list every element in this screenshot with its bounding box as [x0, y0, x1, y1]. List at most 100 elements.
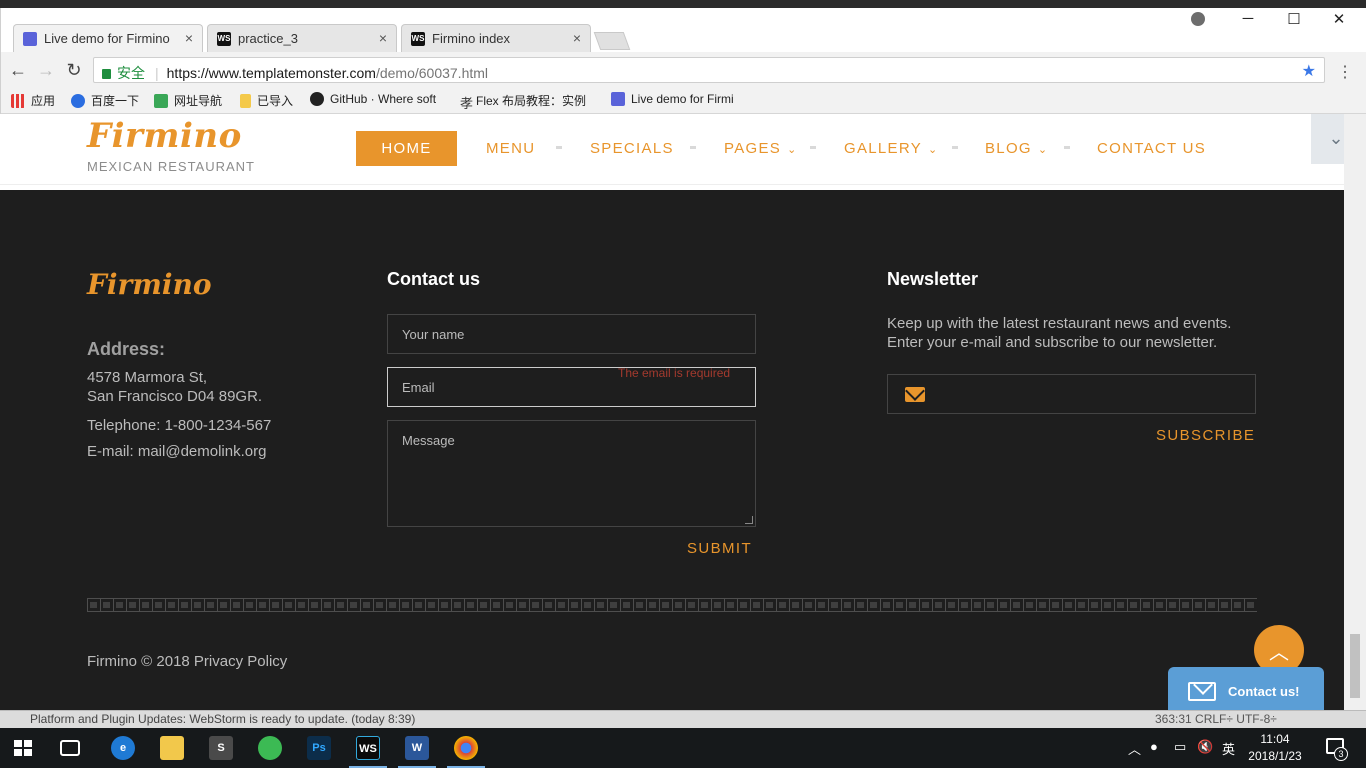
- mail-icon: [905, 387, 925, 402]
- page-scrollbar[interactable]: [1344, 114, 1366, 710]
- new-tab-button[interactable]: [593, 32, 631, 50]
- tab-live-demo[interactable]: Live demo for Firmino ×: [13, 24, 203, 52]
- forward-arrow-icon[interactable]: →: [35, 60, 57, 81]
- nav-gallery[interactable]: GALLERY ⌄: [844, 131, 939, 166]
- name-field[interactable]: Your name: [387, 314, 756, 354]
- chrome-icon[interactable]: [454, 736, 478, 760]
- copyright-text: Firmino © 2018 Privacy Policy: [87, 653, 288, 670]
- bookmark-star-icon[interactable]: ★: [1302, 61, 1316, 81]
- browser-menu-icon[interactable]: ⋮: [1337, 62, 1353, 82]
- nav-separator: [810, 146, 816, 149]
- file-explorer-icon[interactable]: [160, 736, 184, 760]
- url-input[interactable]: 安全 | https://www.templatemonster.com/demo/…: [93, 57, 1325, 83]
- bookmark-apps[interactable]: 应用: [11, 92, 55, 109]
- sublime-icon[interactable]: S: [209, 736, 233, 760]
- ide-status-message[interactable]: Platform and Plugin Updates: WebStorm is…: [30, 712, 415, 726]
- tab-practice-3[interactable]: WS practice_3 ×: [207, 24, 397, 52]
- word-icon[interactable]: W: [405, 736, 429, 760]
- notification-count: 3: [1334, 747, 1348, 761]
- site-logo-subtitle: MEXICAN RESTAURANT: [87, 159, 255, 174]
- telephone[interactable]: Telephone: 1-800-1234-567: [87, 417, 271, 434]
- tray-chevron-icon[interactable]: ︿: [1128, 739, 1141, 758]
- bookmark-label: Flex 布局教程：实例: [476, 94, 587, 108]
- nav-specials[interactable]: SPECIALS: [590, 131, 674, 166]
- newsletter-email-input[interactable]: [887, 374, 1256, 414]
- email-error-message: The email is required: [618, 366, 731, 380]
- address-line-2: San Francisco D04 89GR.: [87, 388, 263, 405]
- nav-home[interactable]: HOME: [356, 131, 457, 166]
- bookmark-label: 百度一下: [91, 94, 140, 108]
- email-placeholder: Email: [402, 380, 435, 395]
- newsletter-text: Keep up with the latest restaurant news …: [887, 315, 1232, 351]
- bookmarks-bar: 应用 百度一下 网址导航 已导入 GitHub · Where soft 孝 Fl…: [1, 88, 1366, 114]
- taskbar-clock[interactable]: 11:04 2018/1/23: [1240, 731, 1310, 765]
- photoshop-icon[interactable]: Ps: [307, 736, 331, 760]
- nav-separator: [556, 146, 562, 149]
- reload-icon[interactable]: ↻: [63, 60, 85, 81]
- chevron-down-icon: ⌄: [1037, 144, 1049, 156]
- contact-us-widget[interactable]: Contact us!: [1168, 667, 1324, 710]
- bookmark-hao123[interactable]: 网址导航: [154, 92, 222, 109]
- email-link[interactable]: E-mail: mail@demolink.org: [87, 443, 266, 460]
- back-arrow-icon[interactable]: ←: [7, 60, 29, 81]
- maximize-button[interactable]: ☐: [1279, 10, 1309, 28]
- contact-widget-label: Contact us!: [1228, 684, 1300, 699]
- ime-indicator[interactable]: 英: [1222, 739, 1235, 758]
- window-title-strip: [0, 0, 1366, 8]
- close-icon[interactable]: ×: [573, 30, 581, 46]
- lock-icon: [102, 69, 111, 79]
- clock-time: 11:04: [1260, 732, 1290, 746]
- tab-firmino-index[interactable]: WS Firmino index ×: [401, 24, 591, 52]
- apps-grid-icon: [11, 94, 25, 108]
- site-logo[interactable]: Firmino: [87, 116, 242, 156]
- bookmark-label: 应用: [31, 94, 56, 108]
- url-path: /demo/60037.html: [375, 65, 489, 81]
- scrollbar-thumb[interactable]: [1350, 634, 1360, 698]
- windows-taskbar: e S Ps WS W ︿ ● ▭ 🔇 英 11:04 2018/1/23 3: [0, 728, 1366, 768]
- green-app-icon[interactable]: [258, 736, 282, 760]
- edge-icon[interactable]: e: [111, 736, 135, 760]
- clock-date: 2018/1/23: [1248, 749, 1302, 763]
- nav-label: HOME: [381, 140, 432, 157]
- subscribe-button[interactable]: SUBSCRIBE: [1156, 427, 1255, 444]
- bookmark-flex-tutorial[interactable]: 孝 Flex 布局教程：实例: [460, 92, 587, 111]
- submit-button[interactable]: SUBMIT: [687, 540, 752, 557]
- task-view-icon[interactable]: [60, 740, 80, 756]
- address-bar: ← → ↻ 安全 | https://www.templatemonster.com…: [1, 52, 1366, 88]
- nav-label: MENU: [486, 140, 536, 157]
- windows-start-icon[interactable]: [14, 740, 32, 756]
- bookmark-label: 网址导航: [174, 94, 223, 108]
- bookmark-baidu[interactable]: 百度一下: [71, 92, 139, 109]
- close-window-button[interactable]: ✕: [1324, 10, 1354, 28]
- minimize-button[interactable]: ─: [1233, 10, 1263, 27]
- folder-icon: [240, 94, 251, 108]
- site-header: Firmino MEXICAN RESTAURANT HOME MENU SPE…: [0, 114, 1344, 185]
- message-field[interactable]: Message: [387, 420, 756, 527]
- toggle-panel-button[interactable]: ⌄: [1311, 114, 1344, 164]
- bookmark-github[interactable]: GitHub · Where soft: [310, 92, 436, 106]
- resize-handle-icon[interactable]: [745, 516, 753, 524]
- nav-contact-us[interactable]: CONTACT US: [1097, 131, 1206, 166]
- ide-status-right: 363:31 CRLF÷ UTF-8÷: [1155, 712, 1277, 726]
- network-icon[interactable]: ▭: [1174, 739, 1186, 755]
- message-placeholder: Message: [402, 433, 455, 448]
- footer-logo[interactable]: Firmino: [87, 268, 212, 301]
- ruanyf-icon: 孝: [460, 96, 474, 111]
- bookmark-imported[interactable]: 已导入: [240, 92, 293, 109]
- bookmark-live-demo[interactable]: Live demo for Firmi: [611, 92, 734, 106]
- profile-icon[interactable]: [1191, 12, 1205, 26]
- secure-label: 安全: [117, 65, 145, 81]
- address-line-1: 4578 Marmora St,: [87, 369, 208, 386]
- webstorm-taskbar-icon[interactable]: WS: [356, 736, 380, 760]
- close-icon[interactable]: ×: [185, 30, 193, 46]
- nav-menu[interactable]: MENU: [486, 131, 535, 166]
- nav-blog[interactable]: BLOG ⌄: [985, 131, 1048, 166]
- nav-label: PAGES: [724, 140, 782, 157]
- volume-muted-icon[interactable]: 🔇: [1197, 739, 1213, 755]
- nav-label: GALLERY: [844, 140, 923, 157]
- close-icon[interactable]: ×: [379, 30, 387, 46]
- templatemonster-icon: [23, 32, 37, 46]
- nav-pages[interactable]: PAGES ⌄: [724, 131, 798, 166]
- templatemonster-icon: [611, 92, 625, 106]
- qq-icon[interactable]: ●: [1150, 739, 1158, 754]
